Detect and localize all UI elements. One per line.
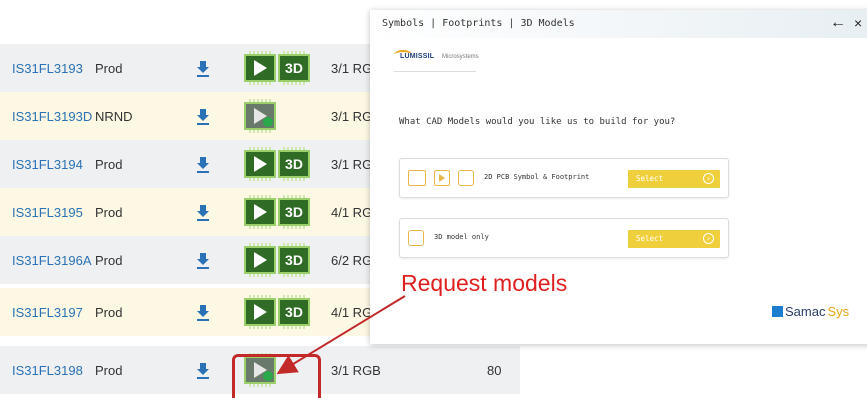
part-number-link[interactable]: IS31FL3194 — [12, 157, 83, 172]
lumissil-logo: LUMISSIL Microsystems — [394, 50, 479, 72]
status-label: Prod — [95, 304, 123, 320]
logo-sub-text: Microsystems — [442, 54, 479, 60]
status-label: Prod — [95, 362, 123, 378]
option-label: 3D model only — [434, 233, 489, 241]
brand-name-a: Samac — [785, 304, 826, 319]
cad-model-icons: 3D — [244, 147, 310, 181]
cube-icon — [408, 230, 424, 246]
cad-model-icons: 3D — [244, 295, 310, 329]
part-number-link[interactable]: IS31FL3193 — [12, 61, 83, 76]
3d-model-icon[interactable]: 3D — [278, 147, 310, 181]
download-icon[interactable] — [196, 302, 210, 322]
download-icon[interactable] — [196, 202, 210, 222]
part-number-link[interactable]: IS31FL3197 — [12, 305, 83, 320]
download-icon[interactable] — [196, 360, 210, 380]
3d-model-icon[interactable]: 3D — [278, 295, 310, 329]
quantity-label: 80 — [487, 362, 502, 378]
package-label: 3/1 RGB — [331, 362, 381, 378]
part-number-link[interactable]: IS31FL3193D — [12, 109, 92, 124]
samacsys-icon — [772, 306, 783, 317]
arrow-circle-icon: › — [703, 233, 714, 244]
symbol-footprint-icon[interactable] — [244, 51, 276, 85]
3d-model-icon[interactable]: 3D — [278, 195, 310, 229]
modal-question: What CAD Models would you like us to bui… — [399, 117, 676, 127]
brand-name-b: Sys — [827, 304, 850, 319]
footprint-icon — [408, 170, 426, 186]
symbol-icon — [434, 170, 450, 186]
download-icon[interactable] — [196, 250, 210, 270]
select-label: Select — [636, 234, 664, 243]
download-icon[interactable] — [196, 106, 210, 126]
select-button[interactable]: Select › — [628, 170, 720, 188]
package-label: 6/2 RG — [331, 252, 373, 268]
package-label: 4/1 RG — [331, 204, 373, 220]
symbol-footprint-icon[interactable] — [244, 243, 276, 277]
select-label: Select — [636, 174, 664, 183]
cad-model-icons: 3D — [244, 243, 310, 277]
status-label: Prod — [95, 252, 123, 268]
status-label: NRND — [95, 108, 133, 124]
arrow-circle-icon: › — [703, 173, 714, 184]
back-arrow-icon[interactable]: ← — [830, 14, 846, 32]
package-label: 3/1 RG — [331, 60, 373, 76]
symbol-footprint-icon[interactable] — [244, 147, 276, 181]
select-button[interactable]: Select › — [628, 230, 720, 248]
logo-main-text: LUMISSIL — [400, 53, 435, 60]
option-label: 2D PCB Symbol & Footprint — [484, 173, 590, 181]
cad-model-icons: 3D — [244, 51, 310, 85]
cube-icon — [458, 170, 474, 186]
package-label: 4/1 RG — [331, 304, 373, 320]
3d-model-icon[interactable]: 3D — [278, 51, 310, 85]
option-3d-model[interactable]: 3D model only Select › — [399, 218, 729, 258]
request-model-icon[interactable] — [244, 99, 276, 133]
download-icon[interactable] — [196, 58, 210, 78]
package-label: 3/1 RG — [331, 156, 373, 172]
samacsys-logo: Samac Sys — [772, 304, 849, 319]
cad-model-icons: 3D — [244, 195, 310, 229]
part-number-link[interactable]: IS31FL3195 — [12, 205, 83, 220]
part-number-link[interactable]: IS31FL3196A — [12, 253, 92, 268]
option-symbol-footprint[interactable]: 2D PCB Symbol & Footprint Select › — [399, 158, 729, 198]
callout-text: Request models — [401, 270, 568, 296]
download-icon[interactable] — [196, 154, 210, 174]
3d-model-icon[interactable]: 3D — [278, 243, 310, 277]
symbol-footprint-icon[interactable] — [244, 295, 276, 329]
status-label: Prod — [95, 204, 123, 220]
symbol-footprint-icon[interactable] — [244, 195, 276, 229]
cad-model-icons — [244, 99, 276, 133]
close-icon[interactable]: × — [854, 15, 862, 31]
part-number-link[interactable]: IS31FL3198 — [12, 363, 83, 378]
package-label: 3/1 RG — [331, 108, 373, 124]
modal-tabs[interactable]: Symbols | Footprints | 3D Models — [382, 18, 575, 29]
status-label: Prod — [95, 60, 123, 76]
status-label: Prod — [95, 156, 123, 172]
highlight-box — [232, 354, 321, 398]
